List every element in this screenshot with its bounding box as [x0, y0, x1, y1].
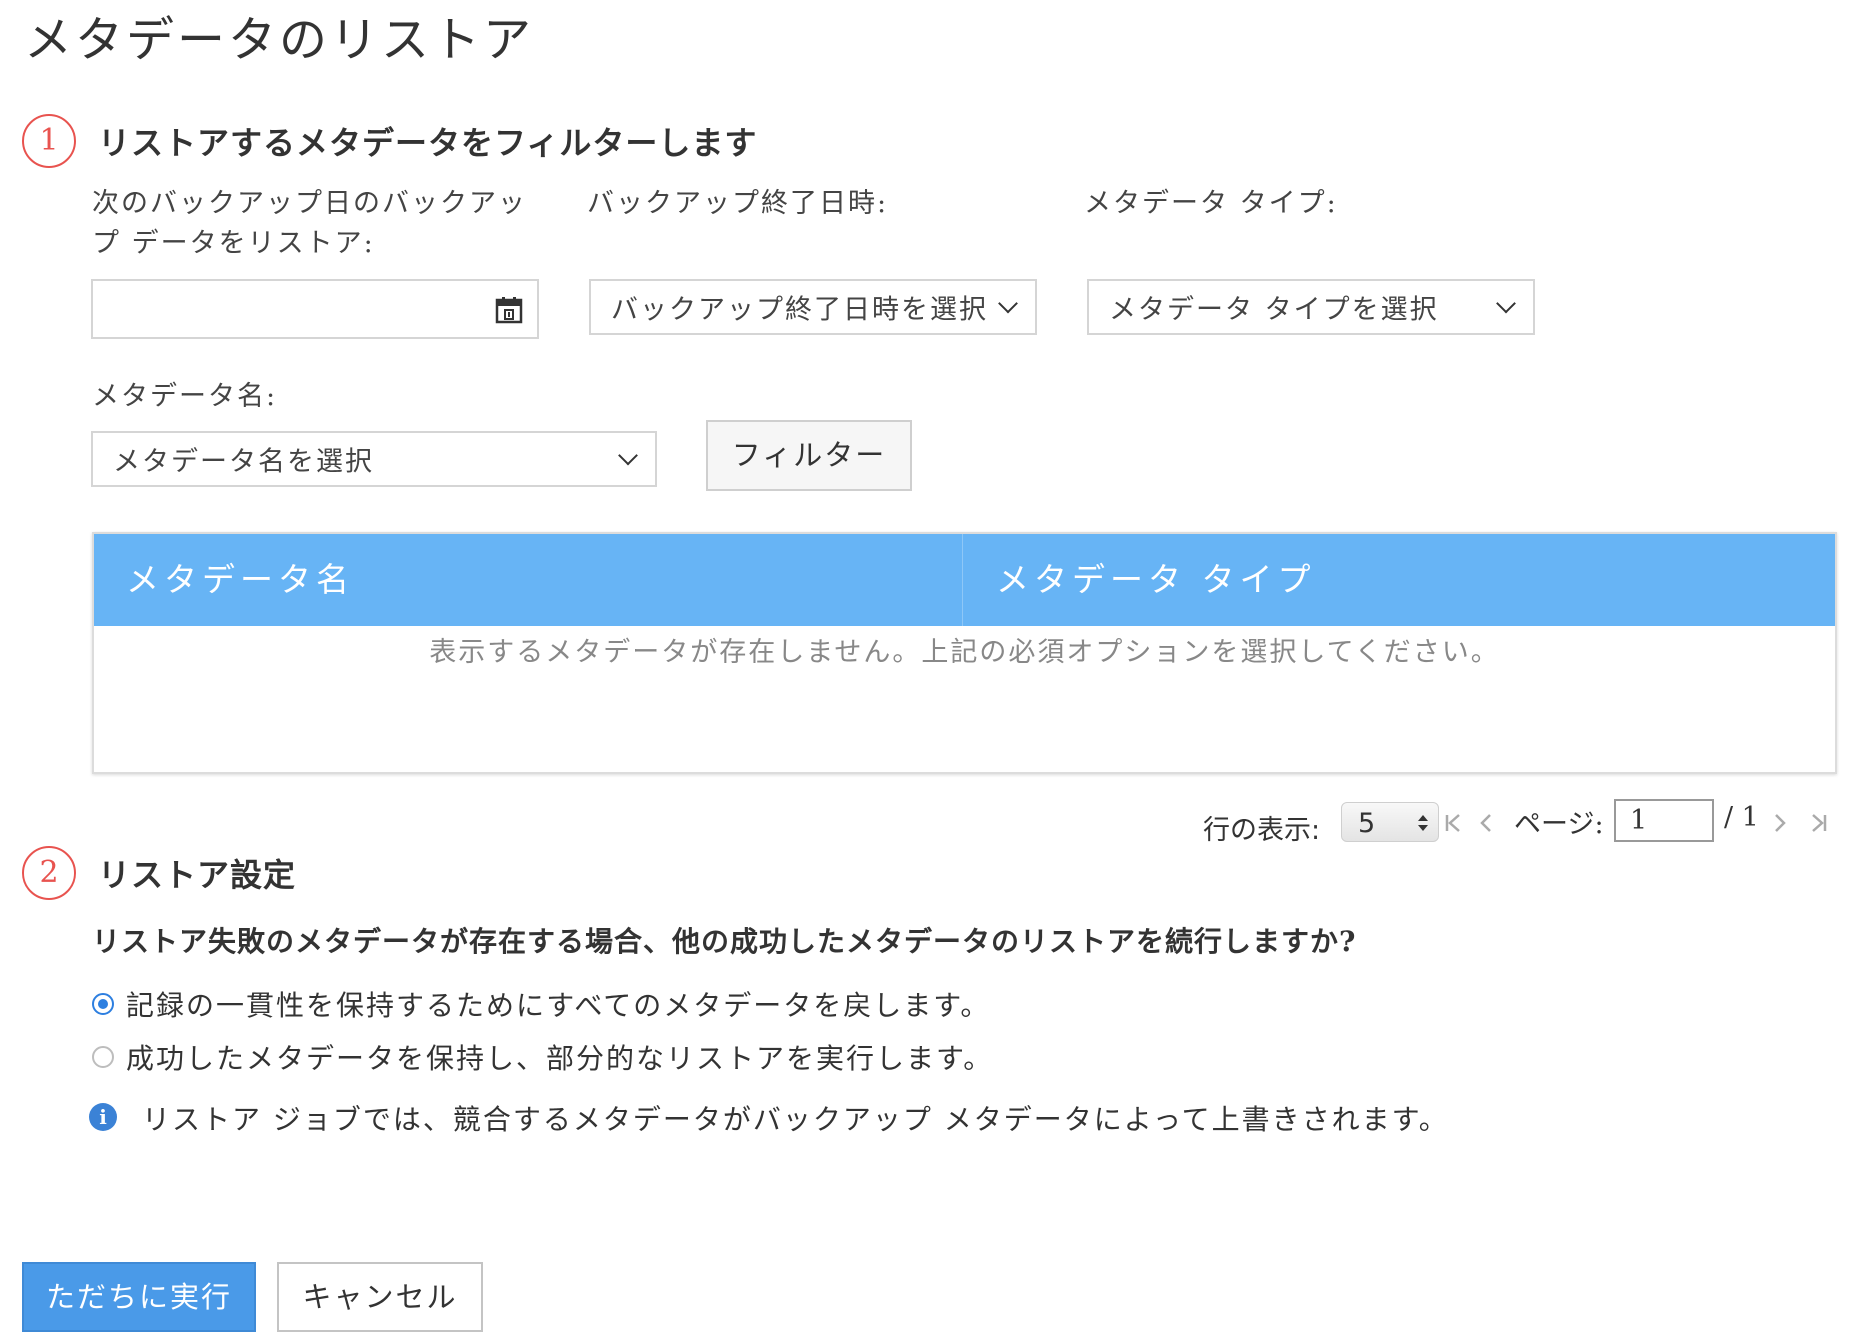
metadata-table: メタデータ名 メタデータ タイプ 表示するメタデータが存在しません。上記の必須オ… [92, 532, 1837, 774]
column-divider [962, 534, 963, 626]
prev-page-icon[interactable] [1478, 812, 1494, 834]
info-icon: i [89, 1103, 117, 1131]
page-number-input[interactable]: 1 [1614, 799, 1714, 842]
chevron-down-icon [998, 293, 1018, 314]
backup-end-label: バックアップ終了日時: [587, 188, 889, 219]
metadata-name-label: メタデータ名: [92, 381, 278, 412]
metadata-name-select[interactable]: メタデータ名を選択 [91, 431, 657, 487]
metadata-name-select-value: メタデータ名を選択 [113, 446, 374, 478]
column-header-metadata-type[interactable]: メタデータ タイプ [996, 534, 1316, 626]
backup-end-select-value: バックアップ終了日時を選択 [611, 294, 988, 326]
step-2-title: リストア設定 [98, 856, 297, 894]
rows-per-page-value: 5 [1358, 808, 1376, 839]
total-pages: / 1 [1724, 802, 1759, 833]
metadata-type-select-value: メタデータ タイプを選択 [1109, 294, 1439, 326]
calendar-icon[interactable] [495, 296, 523, 324]
continue-question: リストア失敗のメタデータが存在する場合、他の成功したメタデータのリストアを続行し… [92, 925, 1357, 958]
next-page-icon[interactable] [1772, 812, 1788, 834]
metadata-type-select[interactable]: メタデータ タイプを選択 [1087, 279, 1535, 335]
metadata-type-label: メタデータ タイプ: [1084, 188, 1338, 219]
rows-per-page-select[interactable]: 5 [1341, 802, 1439, 842]
page-title: メタデータのリストア [24, 12, 535, 68]
page-number-value: 1 [1630, 805, 1648, 836]
backup-date-label: 次のバックアップ日のバックアッ プ データをリストア: [92, 184, 527, 264]
backup-date-label-line1: 次のバックアップ日のバックアッ [92, 188, 527, 219]
step-2-badge: 2 [22, 846, 76, 900]
first-page-icon[interactable] [1444, 812, 1464, 834]
filter-button[interactable]: フィルター [706, 420, 912, 491]
page-label: ページ: [1514, 809, 1604, 840]
cancel-button[interactable]: キャンセル [277, 1262, 483, 1332]
option-rollback-all-label[interactable]: 記録の一貫性を保持するためにすべてのメタデータを戻します。 [126, 984, 990, 1024]
empty-table-message: 表示するメタデータが存在しません。上記の必須オプションを選択してください。 [429, 637, 1500, 668]
run-now-button[interactable]: ただちに実行 [22, 1262, 256, 1332]
option-partial-restore-label[interactable]: 成功したメタデータを保持し、部分的なリストアを実行します。 [126, 1037, 993, 1077]
step-1-title: リストアするメタデータをフィルターします [98, 124, 758, 162]
backup-date-label-line2: プ データをリストア: [92, 228, 375, 259]
radio-partial-restore[interactable] [92, 1046, 114, 1068]
radio-rollback-all[interactable] [92, 993, 114, 1015]
table-header: メタデータ名 メタデータ タイプ [94, 534, 1835, 626]
backup-date-input[interactable] [91, 279, 539, 339]
chevron-down-icon [1496, 293, 1516, 314]
column-header-metadata-name[interactable]: メタデータ名 [126, 534, 354, 626]
rows-per-page-label: 行の表示: [1203, 815, 1321, 846]
backup-end-select[interactable]: バックアップ終了日時を選択 [589, 279, 1037, 335]
last-page-icon[interactable] [1808, 812, 1828, 834]
info-message: リストア ジョブでは、競合するメタデータがバックアップ メタデータによって上書き… [142, 1103, 1449, 1136]
updown-arrows-icon [1418, 815, 1428, 831]
chevron-down-icon [618, 445, 638, 466]
step-1-badge: 1 [22, 114, 76, 168]
